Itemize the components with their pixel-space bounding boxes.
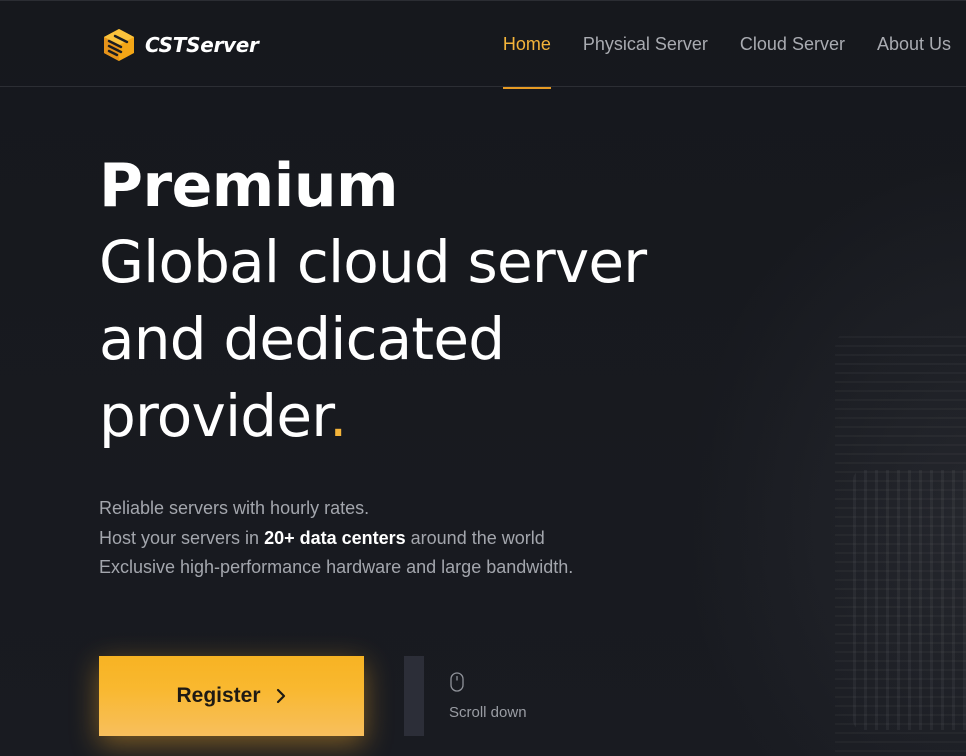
landing-page: CSTServer Home Physical Server Cloud Ser… [0, 0, 966, 756]
site-header: CSTServer Home Physical Server Cloud Ser… [0, 0, 966, 89]
data-centers-highlight: 20+ data centers [264, 527, 406, 548]
hero-title-bold: Premium [99, 151, 399, 221]
nav-about-us[interactable]: About Us [877, 1, 951, 88]
description-line-3: Exclusive high-performance hardware and … [99, 557, 574, 577]
nav-cloud-server[interactable]: Cloud Server [740, 1, 845, 88]
mouse-icon [450, 672, 464, 692]
register-label: Register [176, 684, 261, 707]
scroll-down-link[interactable]: Scroll down [449, 672, 527, 721]
server-rack-background [835, 330, 966, 756]
hero-title-line-1: Global cloud server [99, 228, 647, 296]
accent-period: . [328, 382, 347, 450]
divider-bar [404, 656, 424, 736]
description-line-2: Host your servers in 20+ data centers ar… [99, 524, 573, 554]
scroll-down-label: Scroll down [449, 704, 527, 721]
hero-title-line-2: and dedicated [99, 305, 505, 373]
cube-logo-icon [104, 29, 134, 61]
description-line-2-suffix: around the world [405, 527, 545, 548]
brand-logo[interactable]: CSTServer [101, 27, 259, 63]
chevron-right-icon [276, 688, 285, 704]
hero-heading: Premium Global cloud server and dedicate… [99, 148, 647, 455]
hero-title-line-3-text: provider [99, 382, 330, 450]
register-button[interactable]: Register [99, 656, 364, 736]
hero-description: Reliable servers with hourly rates. Host… [99, 494, 573, 583]
hero-title-line-3: provider. [99, 378, 646, 455]
nav-physical-server[interactable]: Physical Server [583, 1, 708, 88]
logo-text: CSTServer [145, 33, 259, 57]
main-nav: Home Physical Server Cloud Server About … [471, 1, 951, 89]
description-line-1: Reliable servers with hourly rates. [99, 498, 370, 518]
nav-home[interactable]: Home [502, 1, 551, 89]
description-line-2-prefix: Host your servers in [99, 527, 265, 548]
